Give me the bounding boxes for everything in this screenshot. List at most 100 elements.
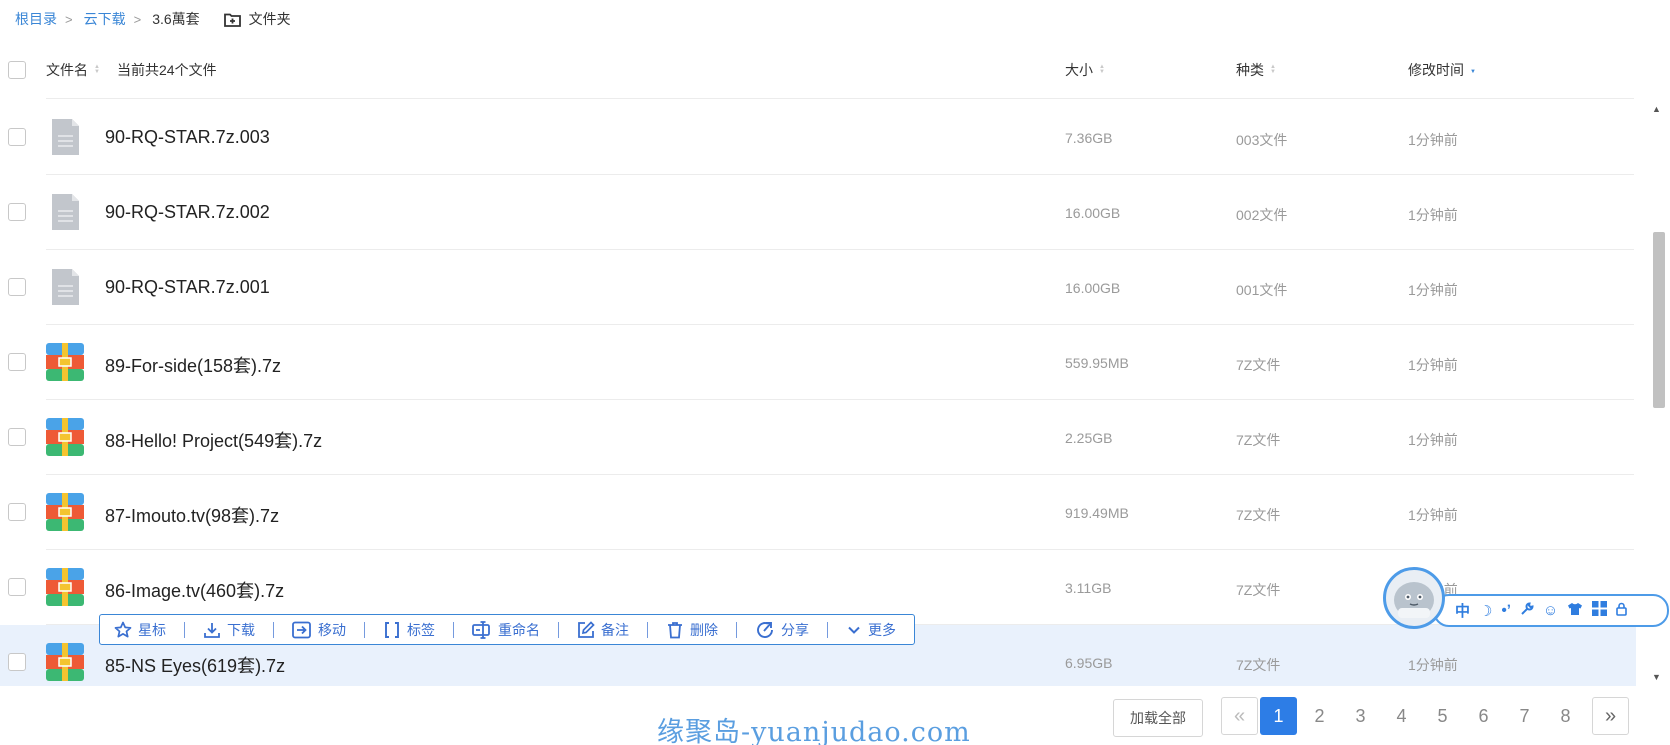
breadcrumb-cloud-download[interactable]: 云下载: [84, 9, 126, 29]
rename-icon: [472, 620, 490, 639]
grid-icon[interactable]: [1592, 601, 1608, 620]
sort-desc-icon: ▼: [1470, 69, 1476, 75]
row-checkbox[interactable]: [8, 653, 26, 671]
new-folder-label: 文件夹: [248, 11, 291, 27]
size-column-label: 大小: [1065, 62, 1093, 78]
file-name[interactable]: 86-Image.tv(460套).7z: [105, 577, 284, 603]
toolbar-divider: [647, 621, 648, 638]
rename-label: 重命名: [498, 621, 540, 638]
more-label: 更多: [868, 621, 896, 638]
row-checkbox[interactable]: [8, 203, 26, 221]
note-button[interactable]: 备注: [573, 620, 633, 640]
sort-by-name[interactable]: 文件名 ▲ ▼: [46, 60, 100, 80]
widget-toolbar: 中 ☽ •ʼ ☺: [1433, 594, 1669, 627]
file-size: 6.95GB: [1065, 655, 1113, 671]
next-page-button[interactable]: »: [1592, 697, 1629, 735]
file-kind: 7Z文件: [1236, 507, 1281, 523]
star-icon: [114, 621, 132, 637]
file-size: 16.00GB: [1065, 280, 1121, 296]
toolbar-divider: [453, 621, 454, 638]
sort-by-size[interactable]: 大小 ▲ ▼: [1065, 60, 1105, 80]
file-name[interactable]: 88-Hello! Project(549套).7z: [105, 427, 322, 453]
delete-button[interactable]: 删除: [662, 620, 722, 640]
file-time: 1分钟前: [1408, 432, 1458, 448]
file-name[interactable]: 89-For-side(158套).7z: [105, 352, 281, 378]
moon-icon[interactable]: ☽: [1479, 602, 1492, 620]
file-name[interactable]: 90-RQ-STAR.7z.002: [105, 202, 270, 223]
row-checkbox[interactable]: [8, 128, 26, 146]
row-checkbox[interactable]: [8, 278, 26, 296]
generic-file-icon: [52, 269, 79, 305]
generic-file-icon: [52, 194, 79, 230]
scrollbar-thumb[interactable]: [1653, 232, 1665, 408]
toolbar-divider: [736, 621, 737, 638]
delete-label: 删除: [690, 621, 718, 638]
generic-file-icon: [52, 119, 79, 155]
file-time: 1分钟前: [1408, 282, 1458, 298]
file-size: 919.49MB: [1065, 505, 1129, 521]
punctuation-icon[interactable]: •ʼ: [1501, 602, 1510, 619]
file-row[interactable]: 90-RQ-STAR.7z.001 16.00GB 001文件 1分钟前: [0, 250, 1636, 325]
tag-button[interactable]: 标签: [379, 620, 439, 640]
file-manager-page: 根目录 > 云下载 > 3.6萬套 文件夹 文件名 ▲ ▼ 当前共24个文件 大小…: [0, 0, 1670, 745]
pagination: « 1 2 3 4 5 6 7 8 »: [1221, 697, 1629, 735]
more-button[interactable]: 更多: [842, 620, 900, 640]
file-row[interactable]: 88-Hello! Project(549套).7z 2.25GB 7Z文件 1…: [0, 400, 1636, 475]
file-kind: 003文件: [1236, 132, 1288, 148]
file-row[interactable]: 90-RQ-STAR.7z.003 7.36GB 003文件 1分钟前: [0, 100, 1636, 175]
archive-file-icon: [46, 643, 84, 681]
page-4[interactable]: 4: [1381, 697, 1422, 735]
file-name[interactable]: 90-RQ-STAR.7z.001: [105, 277, 270, 298]
page-2[interactable]: 2: [1299, 697, 1340, 735]
sort-by-time[interactable]: 修改时间 ▼: [1408, 60, 1476, 80]
new-folder-button[interactable]: 文件夹: [223, 9, 291, 29]
mascot-avatar[interactable]: [1383, 567, 1445, 629]
file-row[interactable]: 87-Imouto.tv(98套).7z 919.49MB 7Z文件 1分钟前: [0, 475, 1636, 550]
file-row[interactable]: 89-For-side(158套).7z 559.95MB 7Z文件 1分钟前: [0, 325, 1636, 400]
download-button[interactable]: 下载: [199, 620, 259, 640]
file-size: 7.36GB: [1065, 130, 1113, 146]
name-column-label: 文件名: [46, 62, 88, 78]
row-checkbox[interactable]: [8, 503, 26, 521]
file-time: 1分钟前: [1408, 207, 1458, 223]
page-1[interactable]: 1: [1260, 697, 1297, 735]
bracket-tag-icon: [385, 621, 399, 638]
lock-icon[interactable]: [1616, 602, 1628, 620]
page-7[interactable]: 7: [1504, 697, 1545, 735]
row-checkbox[interactable]: [8, 428, 26, 446]
breadcrumb-root[interactable]: 根目录: [15, 9, 57, 29]
row-checkbox[interactable]: [8, 578, 26, 596]
share-button[interactable]: 分享: [751, 620, 813, 640]
file-name[interactable]: 90-RQ-STAR.7z.003: [105, 127, 270, 148]
rename-button[interactable]: 重命名: [468, 620, 544, 640]
star-button[interactable]: 星标: [110, 620, 170, 640]
page-3[interactable]: 3: [1340, 697, 1381, 735]
header-divider: [46, 98, 1634, 99]
language-toggle[interactable]: 中: [1455, 600, 1470, 621]
select-all-checkbox[interactable]: [8, 61, 26, 79]
file-name[interactable]: 85-NS Eyes(619套).7z: [105, 652, 285, 678]
page-8[interactable]: 8: [1545, 697, 1586, 735]
time-column-label: 修改时间: [1408, 62, 1464, 78]
wrench-icon[interactable]: [1520, 601, 1534, 620]
scroll-up-icon[interactable]: ▲: [1652, 104, 1661, 114]
load-all-button[interactable]: 加载全部: [1113, 699, 1203, 737]
file-size: 559.95MB: [1065, 355, 1129, 371]
skin-icon[interactable]: [1567, 602, 1583, 620]
file-kind: 7Z文件: [1236, 582, 1281, 598]
row-checkbox[interactable]: [8, 353, 26, 371]
file-list-header: 文件名 ▲ ▼ 当前共24个文件 大小 ▲ ▼ 种类 ▲ ▼ 修改时间 ▼: [0, 52, 1636, 88]
move-button[interactable]: 移动: [288, 620, 350, 640]
prev-page-button[interactable]: «: [1221, 697, 1258, 735]
file-time: 1分钟前: [1408, 357, 1458, 373]
scroll-down-icon[interactable]: ▼: [1652, 672, 1661, 682]
page-6[interactable]: 6: [1463, 697, 1504, 735]
smiley-icon[interactable]: ☺: [1543, 602, 1558, 619]
file-row[interactable]: 90-RQ-STAR.7z.002 16.00GB 002文件 1分钟前: [0, 175, 1636, 250]
note-label: 备注: [601, 621, 629, 638]
file-size: 16.00GB: [1065, 205, 1121, 221]
file-size: 2.25GB: [1065, 430, 1113, 446]
file-name[interactable]: 87-Imouto.tv(98套).7z: [105, 502, 279, 528]
page-5[interactable]: 5: [1422, 697, 1463, 735]
sort-by-kind[interactable]: 种类 ▲ ▼: [1236, 60, 1276, 80]
